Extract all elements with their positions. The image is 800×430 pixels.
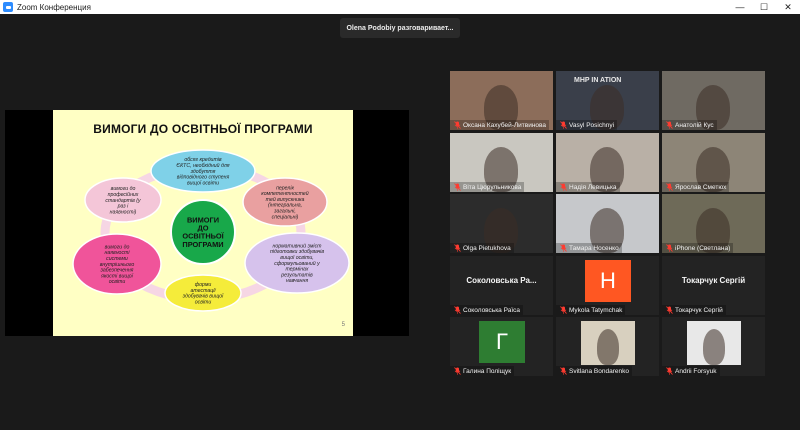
mic-muted-icon (665, 306, 673, 314)
maximize-button[interactable]: ☐ (752, 0, 776, 14)
mic-muted-icon (665, 244, 673, 252)
participant-name-text: Mykola Tatymchak (569, 306, 623, 314)
participant-name-text: Надія Левицька (569, 183, 617, 191)
participant-tile[interactable]: MHP IN ATION Vasyl Posichnyi (556, 71, 659, 130)
background-banner: MHP IN ATION (574, 77, 622, 84)
mic-muted-icon (665, 121, 673, 129)
participant-name: Mykola Tatymchak (556, 305, 626, 315)
participant-tile[interactable]: Г Галина Поліщук (450, 317, 553, 376)
participant-tile[interactable]: Тамара Носенко (556, 194, 659, 253)
participant-tile[interactable]: Svitlana Bondarenko (556, 317, 659, 376)
mic-muted-icon (559, 121, 567, 129)
participant-name: Віта Цюрульникова (450, 182, 525, 192)
diagram-node-text: вищої освіти (187, 180, 219, 186)
zoom-window: Zoom Конференция — ☐ ✕ Olena Podobiy раз… (0, 0, 800, 430)
participant-name-text: Токарчук Сергій (675, 306, 723, 314)
participant-name: Токарчук Сергій (662, 305, 726, 315)
diagram-node-text: навчання (286, 278, 308, 284)
participant-tile[interactable]: Andrii Forsyuk (662, 317, 765, 376)
participant-name: Ярослав Сметюх (662, 182, 730, 192)
slide-number: 5 (341, 322, 345, 328)
participant-avatar: Н (585, 260, 631, 302)
participant-name: Анатолій Кус (662, 120, 717, 130)
participant-display-name: Соколовська Ра... (466, 276, 537, 285)
participant-name-text: Соколовська Раїса (463, 306, 521, 314)
diagram-center-text: ПРОГРАМИ (182, 240, 223, 249)
presentation-slide: ВИМОГИ ДО ОСВІТНЬОЇ ПРОГРАМИ обсяг креди… (53, 110, 353, 336)
participant-name-text: Анатолій Кус (675, 121, 714, 129)
mic-muted-icon (559, 183, 567, 191)
participant-tile[interactable]: Анатолій Кус (662, 71, 765, 130)
participant-video (581, 321, 635, 365)
slide-diagram: обсяг кредитівЄКТС, необхідний дляздобут… (72, 149, 350, 312)
participant-tile[interactable]: Ярослав Сметюх (662, 133, 765, 192)
participant-name: Svitlana Bondarenko (556, 366, 632, 376)
participant-tile[interactable]: Оксана Кахубей-Литвинова (450, 71, 553, 130)
participant-name-text: Ярослав Сметюх (675, 183, 727, 191)
mic-muted-icon (665, 367, 673, 375)
mic-muted-icon (665, 183, 673, 191)
window-controls: — ☐ ✕ (728, 0, 800, 14)
participant-name: iPhone (Светлана) (662, 243, 734, 253)
participant-name: Галина Поліщук (450, 366, 515, 376)
participant-name: Andrii Forsyuk (662, 366, 720, 376)
participant-figure (703, 329, 725, 365)
mic-muted-icon (559, 306, 567, 314)
title-bar: Zoom Конференция — ☐ ✕ (0, 0, 800, 14)
diagram-node-text: освіти (195, 300, 212, 306)
participant-avatar: Г (479, 321, 525, 363)
mic-muted-icon (453, 367, 461, 375)
mic-muted-icon (453, 244, 461, 252)
participant-video (687, 321, 741, 365)
participant-name-text: Olga Pietukhova (463, 244, 511, 252)
mic-muted-icon (453, 306, 461, 314)
participant-display-name: Токарчук Сергій (681, 276, 746, 285)
mic-muted-icon (453, 121, 461, 129)
diagram-node-text: спеціальні) (272, 214, 299, 220)
participant-figure (597, 329, 619, 365)
participant-tile[interactable]: Надія Левицька (556, 133, 659, 192)
participant-name: Соколовська Раїса (450, 305, 524, 315)
participant-tile[interactable]: iPhone (Светлана) (662, 194, 765, 253)
participant-tile[interactable]: Соколовська Ра... Соколовська Раїса (450, 256, 553, 315)
participant-name-text: Галина Поліщук (463, 367, 512, 375)
participant-name-text: Andrii Forsyuk (675, 367, 717, 375)
participant-tile[interactable]: Віта Цюрульникова (450, 133, 553, 192)
participant-name-text: Тамара Носенко (569, 244, 619, 252)
participant-name: Надія Левицька (556, 182, 620, 192)
participant-tile[interactable]: Токарчук Сергій Токарчук Сергій (662, 256, 765, 315)
participant-name: Тамара Носенко (556, 243, 622, 253)
participant-name: Оксана Кахубей-Литвинова (450, 120, 550, 130)
participant-name: Olga Pietukhova (450, 243, 514, 253)
zoom-icon (3, 2, 13, 12)
participant-tile[interactable]: Н Mykola Tatymchak (556, 256, 659, 315)
window-title: Zoom Конференция (17, 2, 91, 12)
participant-name-text: iPhone (Светлана) (675, 244, 731, 252)
mic-muted-icon (559, 244, 567, 252)
diagram-node-text: наявності) (110, 209, 137, 215)
participant-name-text: Віта Цюрульникова (463, 183, 522, 191)
close-button[interactable]: ✕ (776, 0, 800, 14)
participant-tile[interactable]: Olga Pietukhova (450, 194, 553, 253)
participant-name-text: Svitlana Bondarenko (569, 367, 629, 375)
mic-muted-icon (453, 183, 461, 191)
shared-screen[interactable]: ВИМОГИ ДО ОСВІТНЬОЇ ПРОГРАМИ обсяг креди… (5, 110, 409, 336)
diagram-node-text: освіти (109, 279, 126, 285)
participant-name-text: Vasyl Posichnyi (569, 121, 615, 129)
participant-name: Vasyl Posichnyi (556, 120, 618, 130)
minimize-button[interactable]: — (728, 0, 752, 14)
participant-name-text: Оксана Кахубей-Литвинова (463, 121, 547, 129)
speaking-indicator: Olena Podobiy разговаривает... (340, 18, 460, 38)
mic-muted-icon (559, 367, 567, 375)
